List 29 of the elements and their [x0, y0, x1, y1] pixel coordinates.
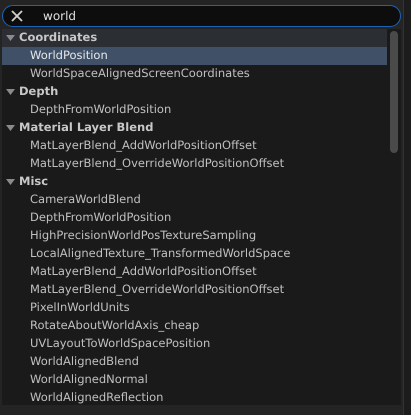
list-item[interactable]: UVLayoutToWorldSpacePosition — [2, 335, 387, 353]
scrollbar-thumb[interactable] — [390, 31, 398, 153]
search-field[interactable]: world — [2, 5, 401, 27]
caret-icon — [6, 89, 15, 95]
search-input[interactable]: world — [43, 7, 343, 25]
list-item[interactable]: WorldAlignedNormal — [2, 371, 387, 389]
list-item[interactable]: MatLayerBlend_AddWorldPositionOffset — [2, 263, 387, 281]
list-item[interactable]: DepthFromWorldPosition — [2, 101, 387, 119]
list-item[interactable]: CameraWorldBlend — [2, 191, 387, 209]
close-icon[interactable] — [11, 10, 23, 22]
list-item[interactable]: HighPrecisionWorldPosTextureSampling — [2, 227, 387, 245]
caret-icon — [6, 125, 15, 131]
list-item[interactable]: LocalAlignedTexture_TransformedWorldSpace — [2, 245, 387, 263]
list-item[interactable]: PixelInWorldUnits — [2, 299, 387, 317]
list-item[interactable]: MatLayerBlend_OverrideWorldPositionOffset — [2, 155, 387, 173]
list-item[interactable]: WorldSpaceAlignedScreenCoordinates — [2, 65, 387, 83]
category-header[interactable]: Coordinates — [2, 29, 387, 47]
list-item[interactable]: MatLayerBlend_AddWorldPositionOffset — [2, 137, 387, 155]
list-item[interactable]: DepthFromWorldPosition — [2, 209, 387, 227]
list-item[interactable]: WorldAlignedBlend — [2, 353, 387, 371]
list-item[interactable]: WorldAlignedReflection — [2, 389, 387, 407]
list-item[interactable]: MatLayerBlend_OverrideWorldPositionOffset — [2, 281, 387, 299]
list-item[interactable]: WorldPosition — [2, 47, 387, 65]
category-header[interactable]: Material Layer Blend — [2, 119, 387, 137]
category-header[interactable]: Misc — [2, 173, 387, 191]
category-header[interactable]: Depth — [2, 83, 387, 101]
caret-icon — [6, 35, 15, 41]
caret-icon — [6, 179, 15, 185]
list-item[interactable]: RotateAboutWorldAxis_cheap — [2, 317, 387, 335]
